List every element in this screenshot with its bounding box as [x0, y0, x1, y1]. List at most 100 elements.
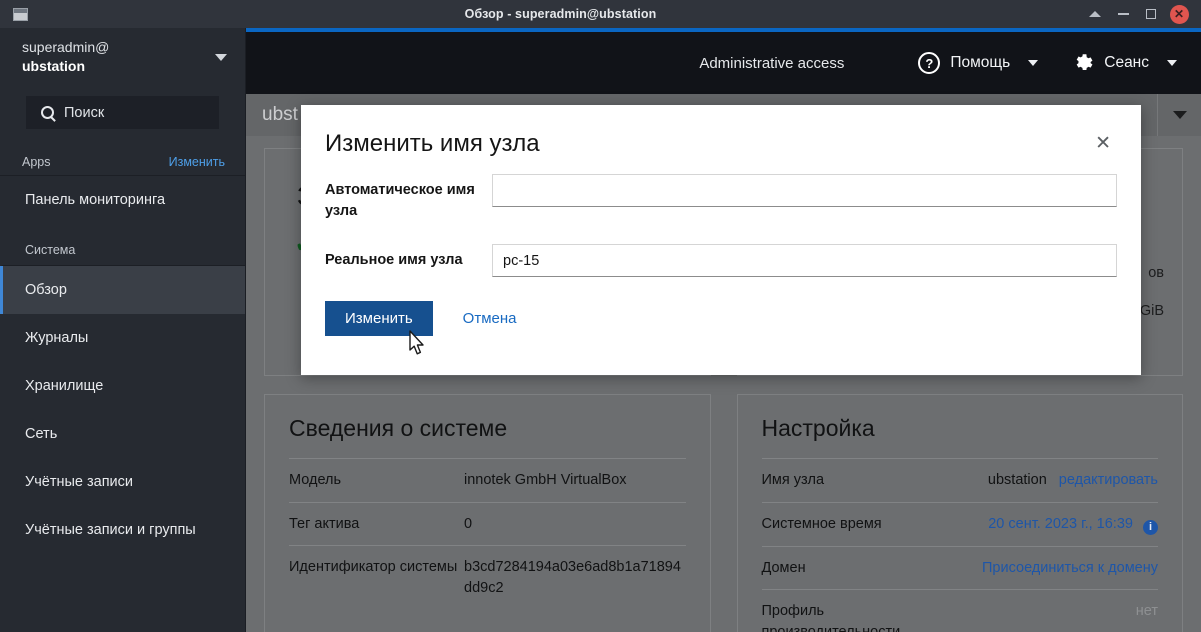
row-key: Имя узла	[761, 472, 825, 488]
dialog-actions: Изменить Отмена	[301, 299, 1141, 337]
gear-icon	[1072, 52, 1094, 74]
table-row: Профиль производительности нет	[761, 589, 1158, 632]
pretty-hostname-label: Автоматическое имя узла	[325, 182, 475, 220]
row-key: Системное время	[761, 515, 882, 532]
cancel-button[interactable]: Отмена	[463, 310, 517, 327]
table-row: Домен Присоединиться к домену	[761, 545, 1158, 590]
maximize-icon	[1146, 9, 1156, 19]
search-container: Поиск	[0, 86, 245, 129]
table-row: Модель innotek GmbH VirtualBox	[289, 458, 686, 502]
row-value: 20 сент. 2023 г., 16:39 i	[937, 514, 1158, 535]
sidebar: superadmin@ ubstation Поиск Apps Изменит…	[0, 28, 246, 632]
pretty-hostname-row: Автоматическое имя узла	[325, 174, 1117, 222]
account-text: superadmin@ ubstation	[22, 38, 215, 76]
dialog-title: Изменить имя узла	[325, 130, 540, 157]
help-menu[interactable]: ? Помощь	[918, 52, 1039, 74]
search-icon	[41, 106, 54, 119]
account-switcher[interactable]: superadmin@ ubstation	[0, 28, 245, 86]
pretty-hostname-input[interactable]	[492, 174, 1117, 207]
row-value: 0	[464, 515, 473, 532]
sidebar-item-label: Журналы	[25, 330, 89, 346]
maximize-button[interactable]	[1137, 0, 1165, 28]
close-icon: ✕	[1169, 4, 1189, 24]
apps-label: Apps	[22, 154, 51, 169]
change-button[interactable]: Изменить	[325, 301, 433, 337]
row-key: Модель	[289, 472, 342, 488]
title-bar: Обзор - superadmin@ubstation ✕	[0, 0, 1201, 28]
real-hostname-row: Реальное имя узла pc-15	[325, 244, 1117, 278]
dialog-body: Автоматическое имя узла Реальное имя узл…	[301, 158, 1141, 278]
configuration-title: Настройка	[761, 415, 875, 441]
search-input[interactable]: Поиск	[26, 96, 219, 129]
system-info-card: Сведения о системе Модель innotek GmbH V…	[264, 394, 711, 632]
account-user: superadmin@	[22, 39, 110, 56]
configuration-card: Настройка Имя узла ubstation редактирова…	[736, 394, 1183, 632]
row-key: Тег актива	[289, 515, 360, 532]
system-info-title: Сведения о системе	[289, 415, 508, 441]
usage-fragment-1: ов	[1148, 265, 1164, 281]
join-domain-link[interactable]: Присоединиться к домену	[937, 558, 1158, 579]
table-row: Имя узла ubstation редактировать	[761, 458, 1158, 502]
table-row: Тег актива 0	[289, 501, 686, 546]
change-hostname-dialog: Изменить имя узла ✕ Автоматическое имя у…	[301, 105, 1141, 375]
sidebar-item-label: Сеть	[25, 426, 58, 442]
session-menu[interactable]: Сеанс	[1072, 52, 1177, 74]
row-value: innotek GmbH VirtualBox	[464, 472, 627, 488]
account-host: ubstation	[22, 58, 85, 74]
help-label: Помощь	[950, 54, 1011, 71]
sidebar-item-accounts[interactable]: Учётные записи	[0, 458, 245, 506]
row-value: ubstation редактировать	[937, 470, 1158, 491]
sidebar-item-label: Обзор	[25, 282, 67, 298]
card-row-bottom: Сведения о системе Модель innotek GmbH V…	[264, 394, 1183, 632]
sidebar-item-label: Учётные записи и группы	[25, 522, 196, 538]
usage-fragment-2: GiB	[1139, 303, 1164, 319]
top-navigation: Administrative access ? Помощь Сеанс	[246, 32, 1201, 94]
window-menu-button[interactable]	[0, 7, 40, 21]
sidebar-item-label: Хранилище	[25, 378, 104, 394]
system-time-link[interactable]: 20 сент. 2023 г., 16:39	[988, 516, 1133, 532]
sidebar-item-label: Панель мониторинга	[25, 192, 166, 208]
eject-button[interactable]	[1081, 0, 1109, 28]
sidebar-item-storage[interactable]: Хранилище	[0, 362, 245, 410]
row-key: Профиль производительности	[761, 603, 901, 632]
close-icon[interactable]: ✕	[1089, 130, 1117, 157]
apps-header: Apps Изменить	[0, 148, 245, 176]
sidebar-item-accounts-groups[interactable]: Учётные записи и группы	[0, 506, 245, 554]
sidebar-section-system: Система	[0, 224, 245, 266]
sidebar-item-network[interactable]: Сеть	[0, 410, 245, 458]
search-placeholder: Поиск	[64, 104, 105, 121]
window-title: Обзор - superadmin@ubstation	[464, 7, 657, 21]
table-row: Системное время 20 сент. 2023 г., 16:39 …	[761, 501, 1158, 546]
hostname-value: ubstation	[987, 472, 1047, 488]
row-value: b3cd7284194a03e6ad8b1a71894dd9c2	[464, 559, 681, 596]
sidebar-item-logs[interactable]: Журналы	[0, 314, 245, 362]
session-label: Сеанс	[1104, 54, 1149, 71]
triangle-up-icon	[1089, 11, 1101, 17]
minimize-icon	[1117, 13, 1129, 15]
chevron-down-icon	[1172, 111, 1187, 119]
sidebar-item-dashboard[interactable]: Панель мониторинга	[0, 176, 245, 224]
window-controls: ✕	[1081, 0, 1201, 28]
real-hostname-input[interactable]: pc-15	[492, 244, 1117, 278]
chevron-down-icon	[215, 53, 227, 61]
row-value: нет	[1135, 603, 1158, 620]
sidebar-item-label: Учётные записи	[25, 474, 134, 490]
breadcrumb-host: ubst	[262, 104, 298, 125]
sidebar-section-label: Система	[25, 243, 76, 257]
real-hostname-label: Реальное имя узла	[325, 252, 463, 269]
apps-edit-link[interactable]: Изменить	[169, 155, 225, 169]
minimize-button[interactable]	[1109, 0, 1137, 28]
breadcrumb-dropdown[interactable]	[1157, 94, 1201, 136]
dialog-header: Изменить имя узла ✕	[301, 105, 1141, 158]
chevron-down-icon	[1167, 60, 1177, 66]
edit-hostname-link[interactable]: редактировать	[1059, 472, 1158, 488]
window-icon	[12, 7, 28, 21]
close-button[interactable]: ✕	[1165, 0, 1193, 28]
table-row: Идентификатор системы b3cd7284194a03e6ad…	[289, 545, 686, 609]
sidebar-item-overview[interactable]: Обзор	[0, 266, 245, 314]
row-key: Домен	[761, 559, 806, 576]
row-key: Идентификатор системы	[289, 559, 458, 576]
chevron-down-icon	[1028, 60, 1039, 66]
administrative-access-label: Administrative access	[699, 54, 845, 72]
info-icon[interactable]: i	[1143, 519, 1158, 535]
